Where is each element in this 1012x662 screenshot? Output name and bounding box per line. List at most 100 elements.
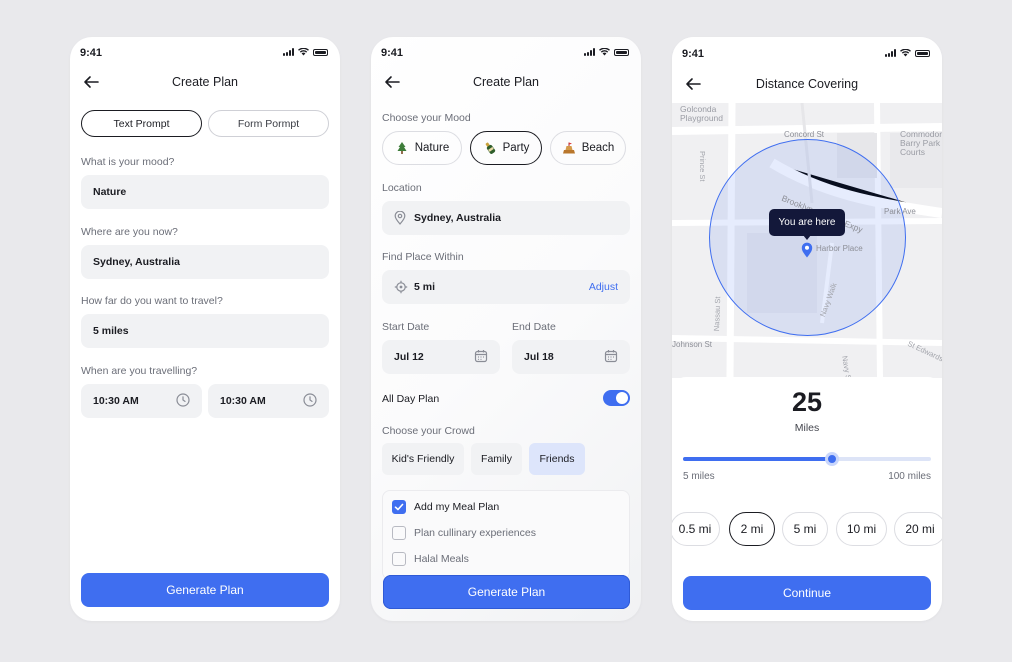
travel-time-label: When are you travelling? bbox=[81, 365, 198, 377]
map-label: Park Ave bbox=[884, 207, 916, 216]
start-time-value: 10:30 AM bbox=[93, 395, 139, 407]
checkbox-halal[interactable] bbox=[392, 552, 406, 566]
tree-icon bbox=[397, 142, 407, 154]
status-time: 9:41 bbox=[381, 47, 404, 59]
distance-unit: Miles bbox=[794, 422, 820, 434]
travel-distance-label: How far do you want to travel? bbox=[81, 295, 223, 307]
end-date-field[interactable]: Jul 18 bbox=[512, 340, 630, 374]
location-field[interactable]: Sydney, Australia bbox=[382, 201, 630, 235]
halal-label: Halal Meals bbox=[414, 553, 469, 565]
mood-chip-label: Party bbox=[502, 142, 530, 154]
distance-option-10mi[interactable]: 10 mi bbox=[836, 512, 887, 546]
map-label: Harbor Place bbox=[816, 244, 863, 253]
meal-plan-label: Add my Meal Plan bbox=[414, 501, 500, 513]
mood-field[interactable]: Nature bbox=[81, 175, 329, 209]
status-time: 9:41 bbox=[80, 47, 103, 59]
page-title: Create Plan bbox=[472, 75, 539, 89]
distance-slider-fill bbox=[683, 457, 832, 461]
start-time-field[interactable]: 10:30 AM bbox=[81, 384, 202, 418]
location-label: Location bbox=[382, 182, 422, 194]
cellular-signal-icon bbox=[283, 48, 294, 56]
end-time-value: 10:30 AM bbox=[220, 395, 266, 407]
crowd-friends[interactable]: Friends bbox=[529, 443, 585, 475]
location-label: Where are you now? bbox=[81, 226, 178, 238]
checkmark-icon bbox=[394, 503, 404, 511]
culinary-label: Plan cullinary experiences bbox=[414, 527, 536, 539]
crosshair-icon bbox=[394, 280, 408, 294]
distance-option-20mi[interactable]: 20 mi bbox=[894, 512, 942, 546]
start-date-value: Jul 12 bbox=[394, 351, 424, 363]
distance-covering-screen: Golconda Playground Concord St Commodore… bbox=[672, 37, 942, 621]
mood-label: Choose your Mood bbox=[382, 112, 471, 124]
calendar-icon bbox=[474, 350, 488, 363]
wifi-icon bbox=[298, 48, 309, 56]
status-bar: 9:41 bbox=[381, 47, 629, 61]
status-bar: 9:41 bbox=[80, 47, 328, 61]
crowd-family[interactable]: Family bbox=[471, 443, 522, 475]
end-date-value: Jul 18 bbox=[524, 351, 554, 363]
adjust-link[interactable]: Adjust bbox=[589, 281, 618, 293]
status-time: 9:41 bbox=[682, 48, 705, 60]
page-title: Distance Covering bbox=[755, 77, 859, 91]
end-date-label: End Date bbox=[512, 321, 556, 333]
location-pin-icon bbox=[394, 211, 406, 225]
checkbox-meal-plan[interactable] bbox=[392, 500, 406, 514]
crowd-kids-friendly[interactable]: Kid's Friendly bbox=[382, 443, 464, 475]
distance-option-0-5mi[interactable]: 0.5 mi bbox=[672, 512, 720, 546]
tab-form-prompt[interactable]: Form Pormpt bbox=[208, 110, 329, 137]
cellular-signal-icon bbox=[885, 49, 896, 57]
distance-option-5mi[interactable]: 5 mi bbox=[782, 512, 828, 546]
battery-icon bbox=[614, 48, 629, 56]
wifi-icon bbox=[599, 48, 610, 56]
start-date-label: Start Date bbox=[382, 321, 430, 333]
map-label: Nassau St bbox=[712, 296, 723, 332]
map-label: Concord St bbox=[784, 130, 825, 139]
cellular-signal-icon bbox=[584, 48, 595, 56]
slider-min-label: 5 miles bbox=[683, 471, 715, 482]
travel-distance-field[interactable]: 5 miles bbox=[81, 314, 329, 348]
checkbox-culinary[interactable] bbox=[392, 526, 406, 540]
generate-plan-button[interactable]: Generate Plan bbox=[383, 575, 630, 609]
distance-slider-thumb[interactable] bbox=[824, 452, 839, 466]
location-pin-icon[interactable] bbox=[801, 242, 813, 258]
map-view[interactable]: Golconda Playground Concord St Commodore… bbox=[672, 103, 942, 378]
clock-icon bbox=[176, 393, 190, 407]
distance-option-2mi[interactable]: 2 mi bbox=[729, 512, 775, 546]
map-label: Johnson St bbox=[672, 340, 713, 349]
crowd-label: Choose your Crowd bbox=[382, 425, 475, 437]
find-within-field[interactable]: 5 mi Adjust bbox=[382, 270, 630, 304]
you-are-here-tooltip: You are here bbox=[769, 209, 845, 236]
start-date-field[interactable]: Jul 12 bbox=[382, 340, 500, 374]
continue-button[interactable]: Continue bbox=[683, 576, 931, 610]
status-bar: 9:41 bbox=[672, 37, 942, 77]
battery-icon bbox=[915, 49, 930, 57]
tooltip-arrow bbox=[803, 235, 811, 240]
slider-max-label: 100 miles bbox=[888, 471, 931, 482]
clock-icon bbox=[303, 393, 317, 407]
all-day-label: All Day Plan bbox=[382, 393, 440, 405]
battery-icon bbox=[313, 48, 328, 56]
mood-chip-label: Nature bbox=[414, 142, 450, 154]
map-label: Commodore Barry Park Courts bbox=[900, 129, 942, 157]
distance-slider-track[interactable] bbox=[683, 452, 931, 466]
bottle-icon bbox=[485, 142, 495, 154]
mood-label: What is your mood? bbox=[81, 156, 175, 168]
page-title: Create Plan bbox=[171, 75, 238, 89]
generate-plan-button[interactable]: Generate Plan bbox=[81, 573, 329, 607]
toggle-knob bbox=[616, 392, 628, 404]
distance-value: 25 bbox=[791, 387, 823, 417]
mood-chip-party[interactable]: Party bbox=[470, 131, 542, 165]
map-label: Prince St bbox=[698, 151, 707, 182]
sandcastle-icon bbox=[562, 142, 575, 154]
location-field[interactable]: Sydney, Australia bbox=[81, 245, 329, 279]
tab-text-prompt[interactable]: Text Prompt bbox=[81, 110, 202, 137]
find-within-label: Find Place Within bbox=[382, 251, 464, 263]
end-time-field[interactable]: 10:30 AM bbox=[208, 384, 329, 418]
create-plan-form-screen: 9:41 Create Plan Choose your Mood Nature… bbox=[371, 37, 641, 621]
within-value: 5 mi bbox=[414, 281, 436, 293]
all-day-toggle[interactable] bbox=[603, 390, 630, 406]
wifi-icon bbox=[900, 49, 911, 57]
mood-chip-label: Beach bbox=[581, 142, 615, 154]
mood-chip-beach[interactable]: Beach bbox=[550, 131, 626, 165]
mood-chip-nature[interactable]: Nature bbox=[382, 131, 462, 165]
